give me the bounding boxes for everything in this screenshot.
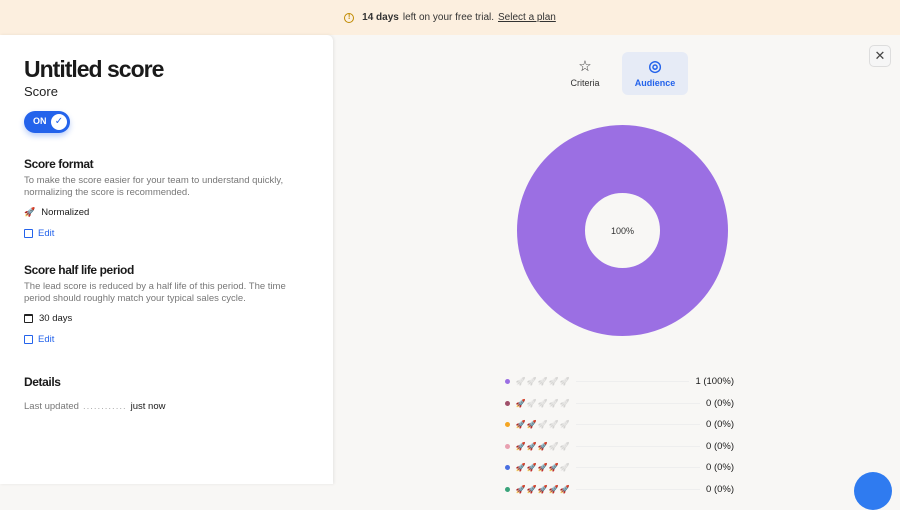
trial-banner: ! 14 days left on your free trial. Selec… [0,0,900,35]
leader-line [576,424,701,426]
rocket-icon: 🚀 [537,441,548,451]
leader-line [576,445,701,447]
half-life-heading: Score half life period [24,263,134,277]
legend-item: 🚀 🚀 🚀 🚀 🚀 0 (0%) [505,457,734,479]
legend-item: 🚀 🚀 🚀 🚀 🚀 0 (0%) [505,393,734,415]
tab-label: Audience [634,78,676,88]
legend-item: 🚀 🚀 🚀 🚀 🚀 1 (100%) [505,371,734,393]
chart-legend: 🚀 🚀 🚀 🚀 🚀 1 (100%) 🚀 🚀 🚀 🚀 🚀 0 (0%) 🚀 🚀 🚀 🚀 🚀 0 (0%) 🚀 🚀 🚀 🚀 🚀… [505,371,734,500]
rocket-icon: 🚀 [559,463,570,473]
legend-value: 0 (0%) [706,440,734,452]
trial-text: left on your free trial. [402,12,495,23]
tab-criteria[interactable]: ☆ Criteria [552,52,618,95]
legend-value: 0 (0%) [706,397,734,409]
page-subtitle: Score [24,84,58,99]
rocket-icon: 🚀 [559,377,570,387]
rocket-icon: 🚀 [548,484,559,494]
half-life-description: The lead score is reduced by a half life… [24,281,286,304]
leader-line [576,488,701,490]
score-toggle[interactable]: ON ✓ [24,111,70,133]
legend-item: 🚀 🚀 🚀 🚀 🚀 0 (0%) [505,414,734,436]
rocket-icon: 🚀 [537,463,548,473]
rocket-icon: 🚀 [515,463,526,473]
score-format-value: Normalized [41,207,90,218]
rocket-icon: 🚀 [526,441,537,451]
rocket-icon: 🚀 [559,420,570,430]
target-icon: ◎ [648,58,662,75]
audience-donut-chart: 100% [517,125,728,336]
check-icon: ✓ [51,114,67,130]
rocket-icon: 🚀 [526,463,537,473]
page-title: Untitled score [24,56,164,82]
legend-dot [505,400,510,406]
rocket-icon: 🚀 [515,398,526,408]
edit-icon [24,229,33,238]
rocket-icon: 🚀 [559,441,570,451]
star-icon: ☆ [578,58,592,75]
legend-dot [505,486,510,492]
tab-label: Criteria [570,78,600,88]
rocket-icon: 🚀 [559,484,570,494]
last-updated-value: just now [130,401,166,412]
legend-dot [505,465,510,471]
legend-dot [505,443,510,449]
rocket-icon: 🚀 [24,207,36,217]
edit-icon [24,335,33,344]
rocket-icon: 🚀 [515,484,526,494]
toggle-label: ON [33,116,47,126]
edit-score-format-button[interactable]: Edit [24,228,309,239]
leader-line [576,381,690,383]
donut-center-label: 100% [611,226,634,236]
legend-dot [505,379,510,385]
warning-icon: ! [344,12,355,23]
rocket-icon: 🚀 [548,441,559,451]
score-settings-panel: Untitled score Score ON ✓ Score format To… [0,35,333,484]
rocket-icon: 🚀 [515,441,526,451]
score-format-description: To make the score easier for your team t… [24,175,284,198]
edit-label: Edit [38,334,55,345]
rocket-icon: 🚀 [548,463,559,473]
rocket-icon: 🚀 [559,398,570,408]
close-button[interactable]: ✕ [869,45,891,67]
select-plan-link[interactable]: Select a plan [498,12,556,23]
legend-value: 1 (100%) [695,376,734,388]
leader-line [576,402,701,404]
rocket-icon: 🚀 [537,398,548,408]
rocket-icon: 🚀 [537,484,548,494]
rocket-icon: 🚀 [548,398,559,408]
legend-dot [505,422,510,428]
legend-value: 0 (0%) [706,419,734,431]
last-updated-label: Last updated [24,401,79,412]
calendar-icon [24,314,33,323]
rocket-icon: 🚀 [515,420,526,430]
edit-label: Edit [38,228,55,239]
rocket-icon: 🚀 [548,420,559,430]
score-format-heading: Score format [24,157,94,171]
view-tabs: ☆ Criteria ◎ Audience [552,52,688,95]
legend-value: 0 (0%) [706,483,734,495]
rocket-icon: 🚀 [526,420,537,430]
rocket-icon: 🚀 [515,377,526,387]
rocket-icon: 🚀 [526,398,537,408]
rocket-icon: 🚀 [537,377,548,387]
rocket-icon: 🚀 [548,377,559,387]
rocket-icon: 🚀 [526,484,537,494]
leader-dots: ............ [82,401,127,412]
chat-button[interactable] [854,472,892,510]
legend-item: 🚀 🚀 🚀 🚀 🚀 0 (0%) [505,479,734,501]
half-life-value: 30 days [39,313,73,324]
rocket-icon: 🚀 [526,377,537,387]
leader-line [576,467,701,469]
trial-days: 14 days [362,12,399,23]
legend-item: 🚀 🚀 🚀 🚀 🚀 0 (0%) [505,436,734,458]
legend-value: 0 (0%) [706,462,734,474]
rocket-icon: 🚀 [537,420,548,430]
edit-half-life-button[interactable]: Edit [24,334,309,345]
details-heading: Details [24,375,61,389]
tab-audience[interactable]: ◎ Audience [622,52,688,95]
